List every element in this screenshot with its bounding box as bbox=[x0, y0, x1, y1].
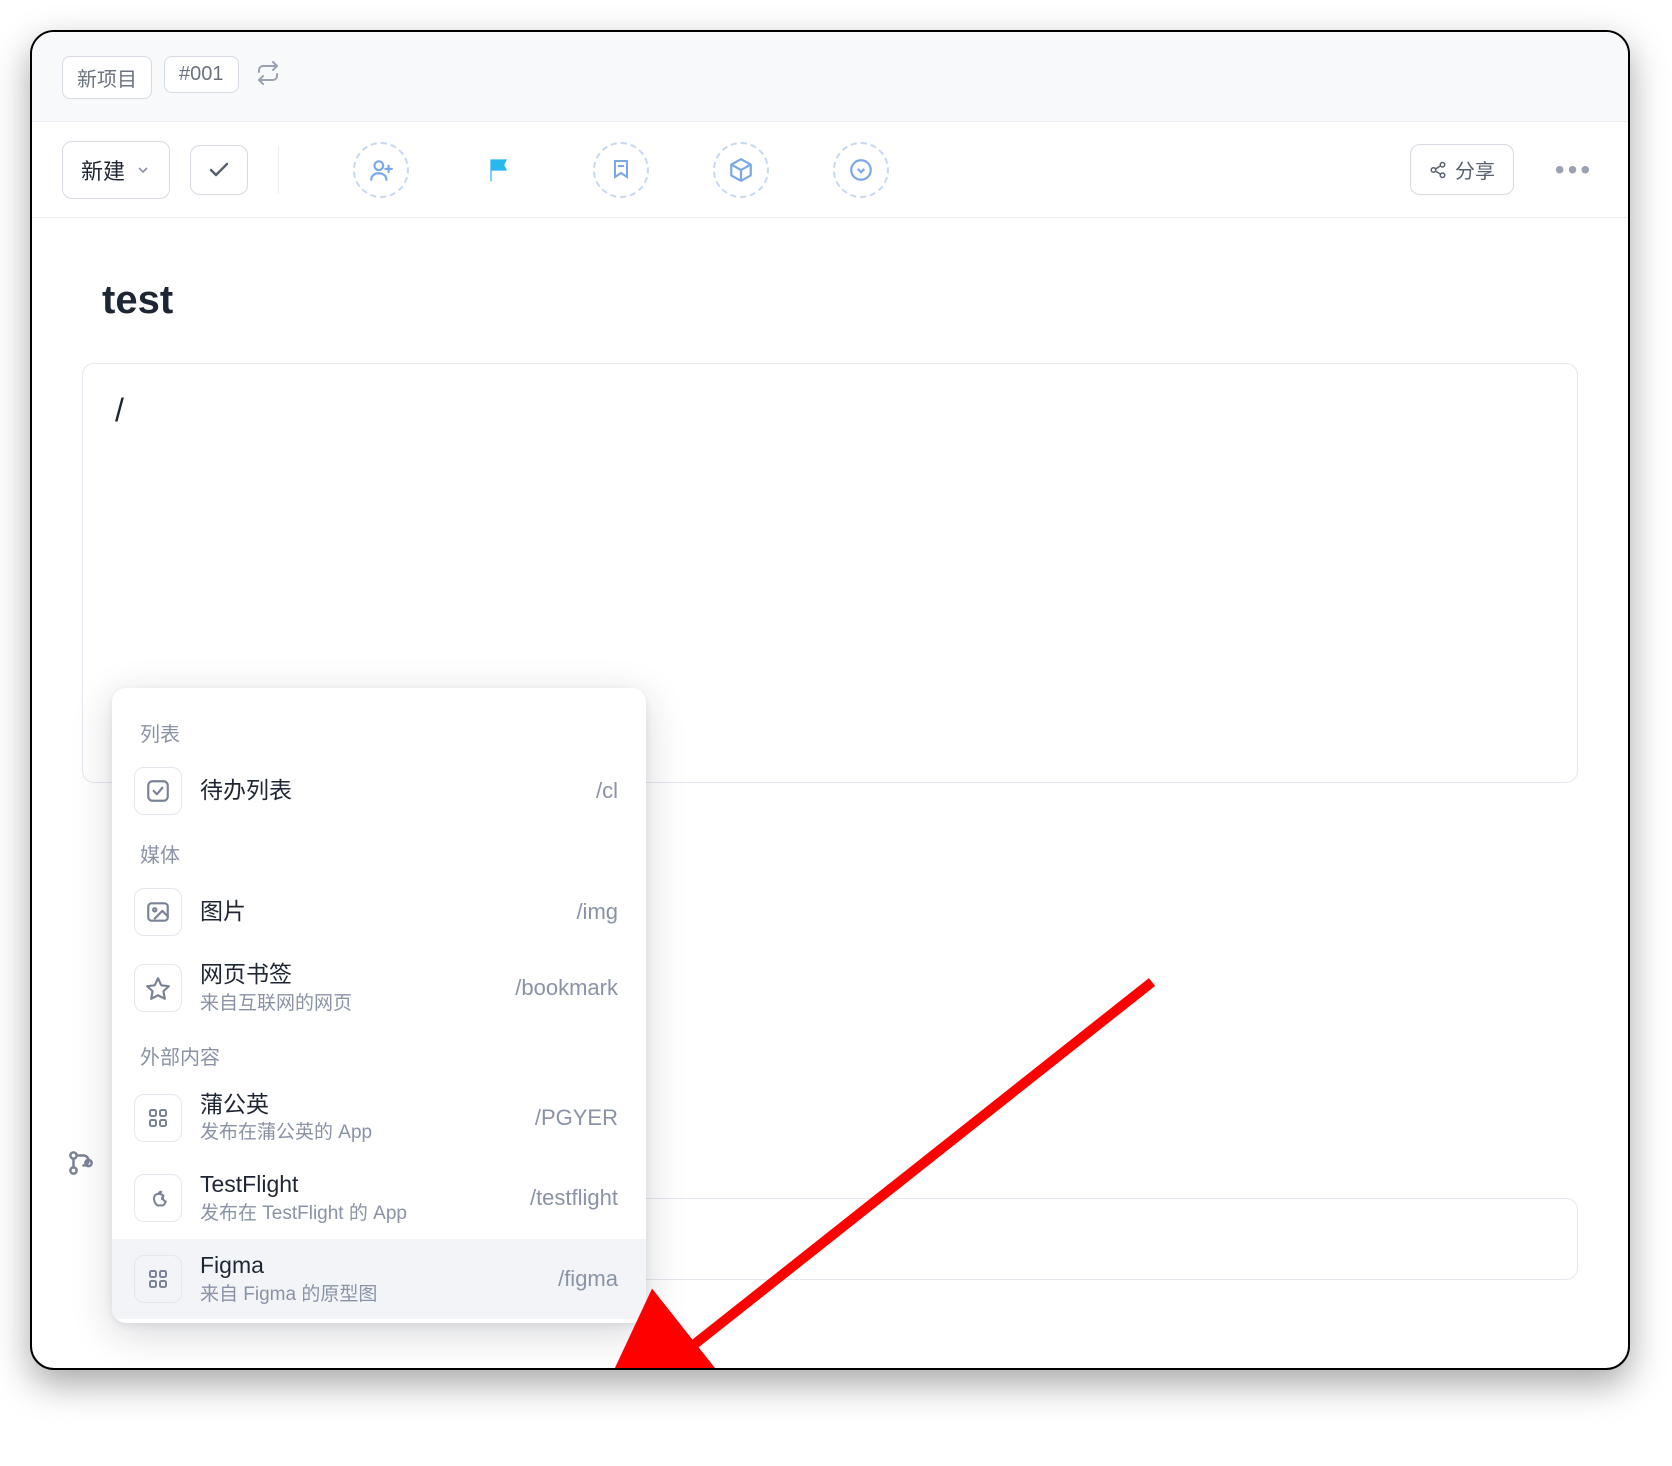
menu-item-desc: 来自 Figma 的原型图 bbox=[200, 1283, 540, 1308]
image-icon bbox=[134, 888, 182, 936]
grid-icon bbox=[134, 1255, 182, 1303]
annotation-arrow bbox=[612, 962, 1172, 1368]
toolbar: 新建 分享 ••• bbox=[32, 122, 1628, 218]
menu-item-pgyer[interactable]: 蒲公英 发布在蒲公英的 App /PGYER bbox=[112, 1078, 646, 1159]
branch-icon[interactable] bbox=[66, 1148, 96, 1178]
page-body: test / 列表 待办列表 /cl 媒体 bbox=[32, 218, 1628, 1368]
cycle-icon[interactable] bbox=[251, 56, 285, 90]
more-button[interactable]: ••• bbox=[1550, 146, 1598, 194]
section-header-list: 列表 bbox=[112, 706, 646, 755]
project-tag[interactable]: 新项目 bbox=[62, 56, 152, 99]
menu-item-image[interactable]: 图片 /img bbox=[112, 876, 646, 948]
menu-item-shortcut: /img bbox=[576, 899, 624, 925]
grid-icon bbox=[134, 1094, 182, 1142]
menu-item-desc: 发布在蒲公英的 App bbox=[200, 1121, 517, 1146]
menu-item-bookmark[interactable]: 网页书签 来自互联网的网页 /bookmark bbox=[112, 948, 646, 1029]
menu-item-label: TestFlight bbox=[200, 1170, 512, 1200]
progress-icon[interactable] bbox=[833, 142, 889, 198]
new-button-label: 新建 bbox=[81, 154, 125, 186]
menu-item-label: Figma bbox=[200, 1251, 540, 1281]
menu-item-desc: 发布在 TestFlight 的 App bbox=[200, 1202, 512, 1227]
share-button[interactable]: 分享 bbox=[1410, 144, 1514, 195]
editor-content: / bbox=[115, 392, 124, 428]
menu-item-shortcut: /cl bbox=[596, 778, 624, 804]
star-icon bbox=[134, 964, 182, 1012]
new-button[interactable]: 新建 bbox=[62, 141, 170, 199]
section-header-media: 媒体 bbox=[112, 827, 646, 876]
package-icon[interactable] bbox=[713, 142, 769, 198]
menu-item-desc: 来自互联网的网页 bbox=[200, 992, 497, 1017]
bookmark-icon[interactable] bbox=[593, 142, 649, 198]
assignee-icon[interactable] bbox=[353, 142, 409, 198]
menu-item-label: 图片 bbox=[200, 897, 558, 927]
menu-item-shortcut: /PGYER bbox=[535, 1105, 624, 1131]
confirm-button[interactable] bbox=[190, 145, 248, 195]
menu-item-shortcut: /bookmark bbox=[515, 975, 624, 1001]
flag-icon[interactable] bbox=[473, 142, 529, 198]
menu-item-label: 蒲公英 bbox=[200, 1090, 517, 1120]
menu-item-label: 待办列表 bbox=[200, 776, 578, 806]
divider bbox=[278, 146, 279, 194]
menu-item-todo[interactable]: 待办列表 /cl bbox=[112, 755, 646, 827]
app-window: 新项目 #001 新建 分 bbox=[30, 30, 1630, 1370]
menu-item-label: 网页书签 bbox=[200, 960, 497, 990]
menu-item-testflight[interactable]: TestFlight 发布在 TestFlight 的 App /testfli… bbox=[112, 1158, 646, 1239]
menu-item-shortcut: /testflight bbox=[530, 1185, 624, 1211]
page-title[interactable]: test bbox=[102, 278, 1578, 323]
apple-icon bbox=[134, 1174, 182, 1222]
slash-menu: 列表 待办列表 /cl 媒体 图片 /img bbox=[112, 688, 646, 1323]
menu-item-shortcut: /figma bbox=[558, 1266, 624, 1292]
id-tag[interactable]: #001 bbox=[164, 56, 239, 93]
menu-item-figma[interactable]: Figma 来自 Figma 的原型图 /figma bbox=[112, 1239, 646, 1320]
checkbox-icon bbox=[134, 767, 182, 815]
breadcrumb: 新项目 #001 bbox=[32, 32, 1628, 122]
section-header-external: 外部内容 bbox=[112, 1029, 646, 1078]
share-button-label: 分享 bbox=[1455, 155, 1495, 184]
